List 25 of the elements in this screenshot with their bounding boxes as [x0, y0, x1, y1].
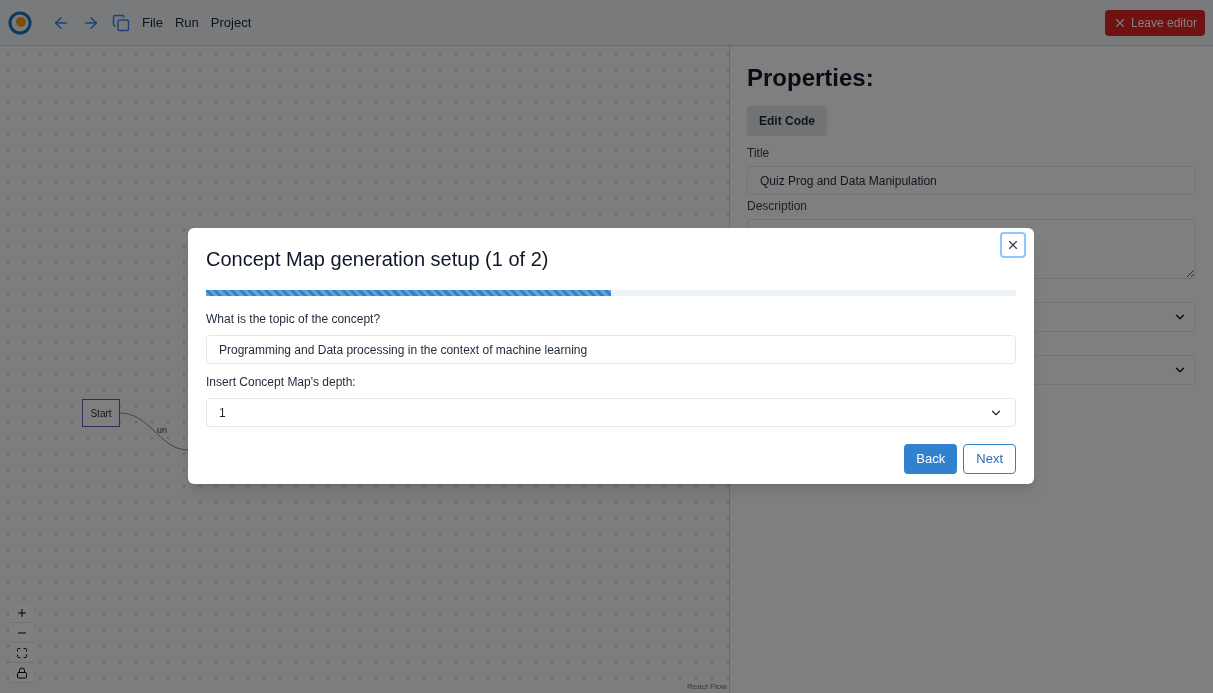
- back-button[interactable]: Back: [904, 444, 958, 474]
- depth-select[interactable]: 1: [206, 398, 1016, 427]
- menu-item[interactable]: Project: [210, 12, 252, 33]
- next-button[interactable]: Next: [963, 444, 1016, 474]
- field-label: Description: [747, 198, 809, 215]
- edge-line: [120, 412, 190, 452]
- close-button[interactable]: [1000, 232, 1026, 258]
- copy-icon[interactable]: [112, 13, 130, 32]
- topic-input[interactable]: Programming and Data processing in the context of machine learning: [206, 335, 1016, 364]
- title-input[interactable]: Quiz Prog and Data Manipulation: [747, 166, 1196, 195]
- menu-item[interactable]: File: [142, 12, 163, 33]
- edge-label: un: [157, 424, 167, 437]
- close-icon: [1006, 238, 1020, 252]
- menu-item[interactable]: Run: [174, 12, 199, 33]
- properties-heading: Properties:: [747, 63, 875, 93]
- logo-icon[interactable]: [8, 10, 32, 35]
- select-value: 1: [219, 404, 226, 422]
- field-label: What is the topic of the concept?: [206, 311, 382, 328]
- field-label: Insert Concept Map's depth:: [206, 374, 357, 391]
- dialog-title: Concept Map generation setup (1 of 2): [206, 247, 549, 272]
- leave-editor-button[interactable]: Leave editor: [1104, 9, 1205, 36]
- edit-code-button[interactable]: Edit Code: [747, 106, 827, 136]
- field-label: Title: [747, 145, 771, 162]
- attribution-text: React Flow: [687, 681, 727, 693]
- start-node[interactable]: Start: [82, 399, 120, 427]
